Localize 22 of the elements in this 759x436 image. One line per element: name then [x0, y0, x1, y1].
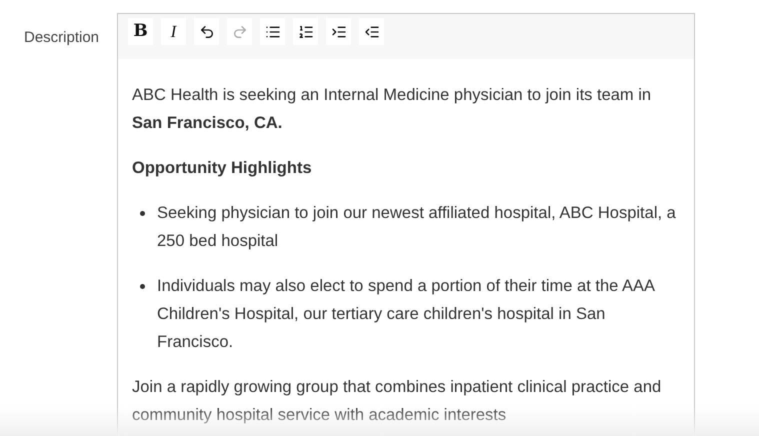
redo-icon — [232, 24, 248, 40]
section-heading: Opportunity Highlights — [132, 158, 313, 179]
toolbar-button[interactable] — [194, 18, 219, 45]
toolbar-button[interactable] — [359, 18, 384, 45]
field-label: Description — [24, 29, 100, 46]
toolbar-button[interactable] — [326, 18, 351, 45]
bullet-icon — [140, 284, 145, 289]
indent-icon — [330, 24, 346, 40]
bullet-icon — [140, 211, 145, 216]
list-item: Individuals may also elect to spend a portion of their time at the AAA Children's Hospital, our tertiary care children's hospital in San Francisco. — [157, 276, 656, 353]
paragraph: ABC Health is seeking an Internal Medicine physician to join its team in San Francisco, CA. — [132, 85, 652, 134]
toolbar-button[interactable] — [293, 18, 318, 45]
toolbar-button[interactable]: B — [128, 18, 153, 45]
rich-text-editor[interactable] — [117, 13, 695, 436]
undo-icon — [198, 24, 214, 40]
list-item: Seeking physician to join our newest affiliated hospital, ABC Hospital, a 250 bed hospital — [157, 203, 677, 252]
toolbar-button[interactable] — [260, 18, 285, 45]
bullet-list-icon — [264, 24, 280, 40]
numbered-list-icon — [298, 24, 314, 40]
outdent-icon — [364, 24, 380, 40]
paragraph: Join a rapidly growing group that combines inpatient clinical practice and community hospital service with academic interests — [132, 377, 662, 426]
toolbar-button[interactable]: I — [161, 18, 186, 45]
